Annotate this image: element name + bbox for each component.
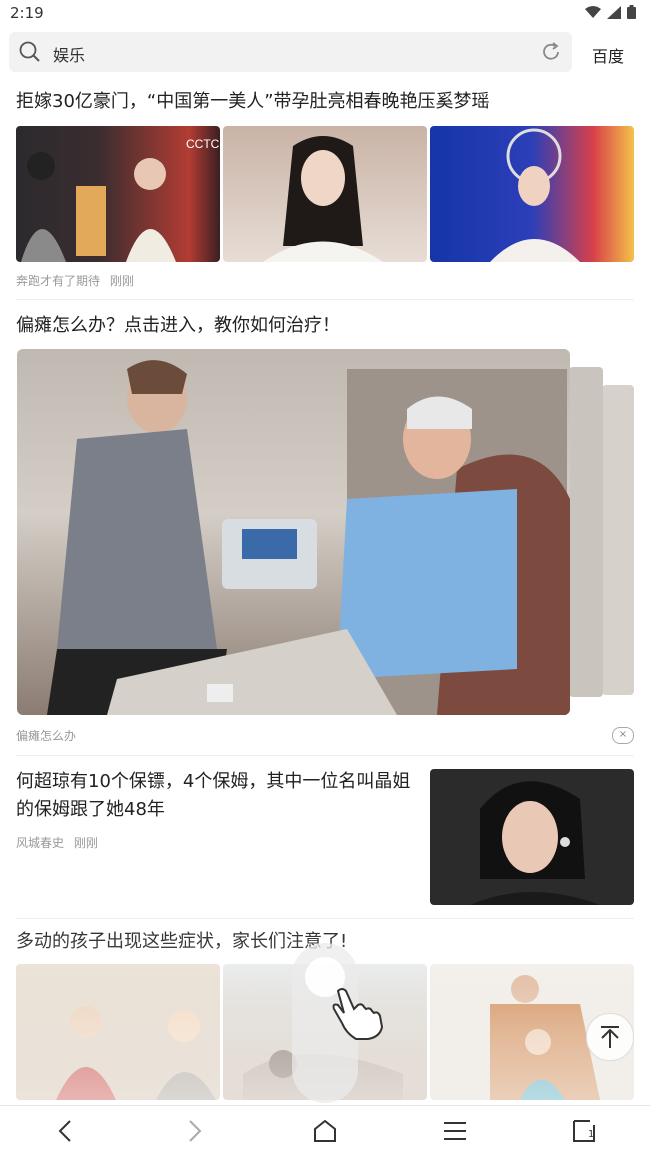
ad-image-carousel[interactable] (17, 349, 634, 715)
search-icon (19, 41, 40, 62)
hand-pointer-icon (332, 988, 384, 1040)
battery-icon (627, 5, 636, 19)
wifi-icon (585, 5, 601, 18)
news-thumbnail (223, 126, 427, 262)
signal-icon (607, 5, 621, 19)
news-time: 刚刚 (109, 274, 134, 288)
status-bar: 2:19 (0, 0, 650, 28)
news-thumbnail: CCTC (16, 126, 220, 262)
back-icon[interactable] (54, 1119, 78, 1143)
ad-source: 偏瘫怎么办 (16, 729, 77, 743)
search-query[interactable]: 娱乐 (53, 42, 85, 66)
news-time: 刚刚 (73, 836, 98, 850)
menu-icon[interactable] (442, 1119, 468, 1143)
search-engine-label[interactable]: 百度 (592, 43, 624, 67)
status-icons (585, 5, 636, 19)
news-source: 奔跑才有了期待 (16, 274, 101, 288)
search-bar[interactable]: 娱乐 (9, 32, 572, 72)
ad-title[interactable]: 偏瘫怎么办？点击进入，教你如何治疗！ (16, 312, 634, 340)
thumbnail-row: CCTC (16, 126, 634, 262)
tabs-count: 1 (588, 1129, 595, 1140)
home-icon[interactable] (312, 1119, 338, 1143)
back-to-top-button[interactable] (586, 1013, 634, 1061)
divider (16, 918, 634, 919)
news-title[interactable]: 拒嫁30亿豪门，“中国第一美人”带孕肚亮相春晚艳压奚梦瑶 (16, 88, 634, 116)
carousel-peek-card (602, 385, 634, 695)
ad-image (17, 349, 570, 715)
divider (16, 299, 634, 300)
status-time: 2:19 (10, 4, 44, 22)
news-title[interactable]: 何超琼有10个保镖，4个保姆，其中一位名叫晶姐的保姆跟了她48年 (16, 768, 411, 824)
svg-text:CCTC: CCTC (186, 137, 220, 151)
news-thumbnail (430, 769, 634, 905)
forward-icon[interactable] (182, 1119, 206, 1143)
ad-card[interactable]: 偏瘫怎么办？点击进入，教你如何治疗！ (16, 312, 634, 340)
news-thumbnail (430, 126, 634, 262)
refresh-icon[interactable] (540, 41, 562, 63)
arrow-up-icon (601, 1026, 619, 1048)
news-source: 风城春史 (16, 836, 65, 850)
divider (16, 755, 634, 756)
bottom-nav-bar: 1 (0, 1105, 650, 1156)
swipe-gesture-hint (292, 943, 384, 1103)
ad-close-button[interactable]: × (612, 727, 634, 744)
carousel-peek-card (569, 367, 603, 697)
news-card[interactable]: 拒嫁30亿豪门，“中国第一美人”带孕肚亮相春晚艳压奚梦瑶 CCTC 奔跑才有了期… (16, 88, 634, 289)
news-thumbnail (16, 964, 220, 1100)
news-meta: 奔跑才有了期待 刚刚 (16, 272, 634, 289)
tabs-button[interactable]: 1 (572, 1119, 596, 1143)
